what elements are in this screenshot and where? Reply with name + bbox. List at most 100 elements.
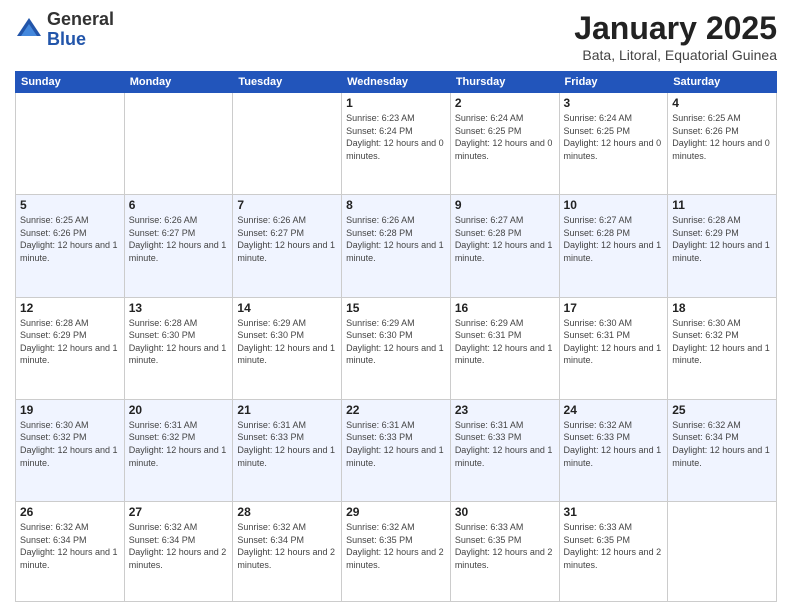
calendar-cell: 23 Sunrise: 6:31 AMSunset: 6:33 PMDayligh… <box>450 399 559 501</box>
day-number: 31 <box>564 505 664 519</box>
day-number: 26 <box>20 505 120 519</box>
day-info: Sunrise: 6:29 AMSunset: 6:31 PMDaylight:… <box>455 317 555 367</box>
calendar-cell: 2 Sunrise: 6:24 AMSunset: 6:25 PMDaylight… <box>450 93 559 195</box>
day-info: Sunrise: 6:31 AMSunset: 6:33 PMDaylight:… <box>237 419 337 469</box>
day-info: Sunrise: 6:32 AMSunset: 6:34 PMDaylight:… <box>237 521 337 571</box>
day-number: 3 <box>564 96 664 110</box>
day-number: 2 <box>455 96 555 110</box>
day-number: 22 <box>346 403 446 417</box>
day-number: 27 <box>129 505 229 519</box>
day-info: Sunrise: 6:32 AMSunset: 6:34 PMDaylight:… <box>129 521 229 571</box>
calendar-week-5: 26 Sunrise: 6:32 AMSunset: 6:34 PMDayligh… <box>16 502 777 602</box>
calendar-cell: 22 Sunrise: 6:31 AMSunset: 6:33 PMDayligh… <box>342 399 451 501</box>
day-info: Sunrise: 6:24 AMSunset: 6:25 PMDaylight:… <box>455 112 555 162</box>
day-number: 21 <box>237 403 337 417</box>
day-number: 1 <box>346 96 446 110</box>
location: Bata, Litoral, Equatorial Guinea <box>574 47 777 63</box>
col-header-sunday: Sunday <box>16 72 125 93</box>
day-number: 25 <box>672 403 772 417</box>
logo-text: General Blue <box>47 10 114 50</box>
day-info: Sunrise: 6:27 AMSunset: 6:28 PMDaylight:… <box>455 214 555 264</box>
calendar-cell: 17 Sunrise: 6:30 AMSunset: 6:31 PMDayligh… <box>559 297 668 399</box>
day-number: 7 <box>237 198 337 212</box>
calendar-cell: 26 Sunrise: 6:32 AMSunset: 6:34 PMDayligh… <box>16 502 125 602</box>
calendar-cell: 21 Sunrise: 6:31 AMSunset: 6:33 PMDayligh… <box>233 399 342 501</box>
day-number: 19 <box>20 403 120 417</box>
col-header-tuesday: Tuesday <box>233 72 342 93</box>
day-number: 15 <box>346 301 446 315</box>
header: General Blue January 2025 Bata, Litoral,… <box>15 10 777 63</box>
calendar-cell: 6Sunrise: 6:26 AMSunset: 6:27 PMDaylight… <box>124 195 233 297</box>
day-info: Sunrise: 6:28 AMSunset: 6:29 PMDaylight:… <box>20 317 120 367</box>
calendar-cell: 14 Sunrise: 6:29 AMSunset: 6:30 PMDayligh… <box>233 297 342 399</box>
day-info: Sunrise: 6:28 AMSunset: 6:30 PMDaylight:… <box>129 317 229 367</box>
day-info: Sunrise: 6:32 AMSunset: 6:34 PMDaylight:… <box>20 521 120 571</box>
calendar-cell: 31 Sunrise: 6:33 AMSunset: 6:35 PMDayligh… <box>559 502 668 602</box>
calendar-cell: 5 Sunrise: 6:25 AMSunset: 6:26 PMDaylight… <box>16 195 125 297</box>
calendar-cell: 19 Sunrise: 6:30 AMSunset: 6:32 PMDayligh… <box>16 399 125 501</box>
day-info: Sunrise: 6:27 AMSunset: 6:28 PMDaylight:… <box>564 214 664 264</box>
calendar-cell: 29Sunrise: 6:32 AMSunset: 6:35 PMDayligh… <box>342 502 451 602</box>
day-number: 9 <box>455 198 555 212</box>
day-number: 8 <box>346 198 446 212</box>
calendar-cell <box>124 93 233 195</box>
calendar-cell: 16 Sunrise: 6:29 AMSunset: 6:31 PMDayligh… <box>450 297 559 399</box>
day-number: 24 <box>564 403 664 417</box>
calendar-week-3: 12Sunrise: 6:28 AMSunset: 6:29 PMDayligh… <box>16 297 777 399</box>
calendar-cell: 28 Sunrise: 6:32 AMSunset: 6:34 PMDayligh… <box>233 502 342 602</box>
day-info: Sunrise: 6:31 AMSunset: 6:33 PMDaylight:… <box>455 419 555 469</box>
month-title: January 2025 <box>574 10 777 47</box>
day-info: Sunrise: 6:30 AMSunset: 6:31 PMDaylight:… <box>564 317 664 367</box>
calendar-cell: 25 Sunrise: 6:32 AMSunset: 6:34 PMDayligh… <box>668 399 777 501</box>
calendar-cell: 11Sunrise: 6:28 AMSunset: 6:29 PMDayligh… <box>668 195 777 297</box>
day-info: Sunrise: 6:26 AMSunset: 6:28 PMDaylight:… <box>346 214 446 264</box>
page: General Blue January 2025 Bata, Litoral,… <box>0 0 792 612</box>
day-number: 5 <box>20 198 120 212</box>
logo: General Blue <box>15 10 114 50</box>
calendar-cell: 12Sunrise: 6:28 AMSunset: 6:29 PMDayligh… <box>16 297 125 399</box>
day-number: 23 <box>455 403 555 417</box>
calendar-cell: 4Sunrise: 6:25 AMSunset: 6:26 PMDaylight… <box>668 93 777 195</box>
day-info: Sunrise: 6:29 AMSunset: 6:30 PMDaylight:… <box>346 317 446 367</box>
day-number: 18 <box>672 301 772 315</box>
day-number: 16 <box>455 301 555 315</box>
logo-icon <box>15 16 43 44</box>
day-number: 30 <box>455 505 555 519</box>
day-info: Sunrise: 6:33 AMSunset: 6:35 PMDaylight:… <box>564 521 664 571</box>
day-info: Sunrise: 6:29 AMSunset: 6:30 PMDaylight:… <box>237 317 337 367</box>
calendar-cell <box>16 93 125 195</box>
calendar-cell: 15 Sunrise: 6:29 AMSunset: 6:30 PMDayligh… <box>342 297 451 399</box>
col-header-thursday: Thursday <box>450 72 559 93</box>
col-header-saturday: Saturday <box>668 72 777 93</box>
day-number: 4 <box>672 96 772 110</box>
day-info: Sunrise: 6:32 AMSunset: 6:33 PMDaylight:… <box>564 419 664 469</box>
calendar-week-1: 1 Sunrise: 6:23 AMSunset: 6:24 PMDaylight… <box>16 93 777 195</box>
day-info: Sunrise: 6:25 AMSunset: 6:26 PMDaylight:… <box>20 214 120 264</box>
day-info: Sunrise: 6:32 AMSunset: 6:34 PMDaylight:… <box>672 419 772 469</box>
logo-general: General <box>47 10 114 30</box>
calendar-cell <box>668 502 777 602</box>
col-header-monday: Monday <box>124 72 233 93</box>
day-number: 17 <box>564 301 664 315</box>
calendar-cell: 1 Sunrise: 6:23 AMSunset: 6:24 PMDaylight… <box>342 93 451 195</box>
day-info: Sunrise: 6:33 AMSunset: 6:35 PMDaylight:… <box>455 521 555 571</box>
day-number: 28 <box>237 505 337 519</box>
calendar-header-row: SundayMondayTuesdayWednesdayThursdayFrid… <box>16 72 777 93</box>
day-info: Sunrise: 6:32 AMSunset: 6:35 PMDaylight:… <box>346 521 446 571</box>
day-info: Sunrise: 6:31 AMSunset: 6:33 PMDaylight:… <box>346 419 446 469</box>
calendar-cell: 13Sunrise: 6:28 AMSunset: 6:30 PMDayligh… <box>124 297 233 399</box>
day-info: Sunrise: 6:23 AMSunset: 6:24 PMDaylight:… <box>346 112 446 162</box>
calendar-cell: 27 Sunrise: 6:32 AMSunset: 6:34 PMDayligh… <box>124 502 233 602</box>
day-number: 20 <box>129 403 229 417</box>
calendar-cell: 24 Sunrise: 6:32 AMSunset: 6:33 PMDayligh… <box>559 399 668 501</box>
day-number: 11 <box>672 198 772 212</box>
day-number: 14 <box>237 301 337 315</box>
day-number: 6 <box>129 198 229 212</box>
calendar-cell: 10Sunrise: 6:27 AMSunset: 6:28 PMDayligh… <box>559 195 668 297</box>
logo-blue: Blue <box>47 30 114 50</box>
calendar-cell: 9 Sunrise: 6:27 AMSunset: 6:28 PMDaylight… <box>450 195 559 297</box>
day-info: Sunrise: 6:30 AMSunset: 6:32 PMDaylight:… <box>20 419 120 469</box>
calendar-cell: 30 Sunrise: 6:33 AMSunset: 6:35 PMDayligh… <box>450 502 559 602</box>
calendar-week-2: 5 Sunrise: 6:25 AMSunset: 6:26 PMDaylight… <box>16 195 777 297</box>
col-header-friday: Friday <box>559 72 668 93</box>
